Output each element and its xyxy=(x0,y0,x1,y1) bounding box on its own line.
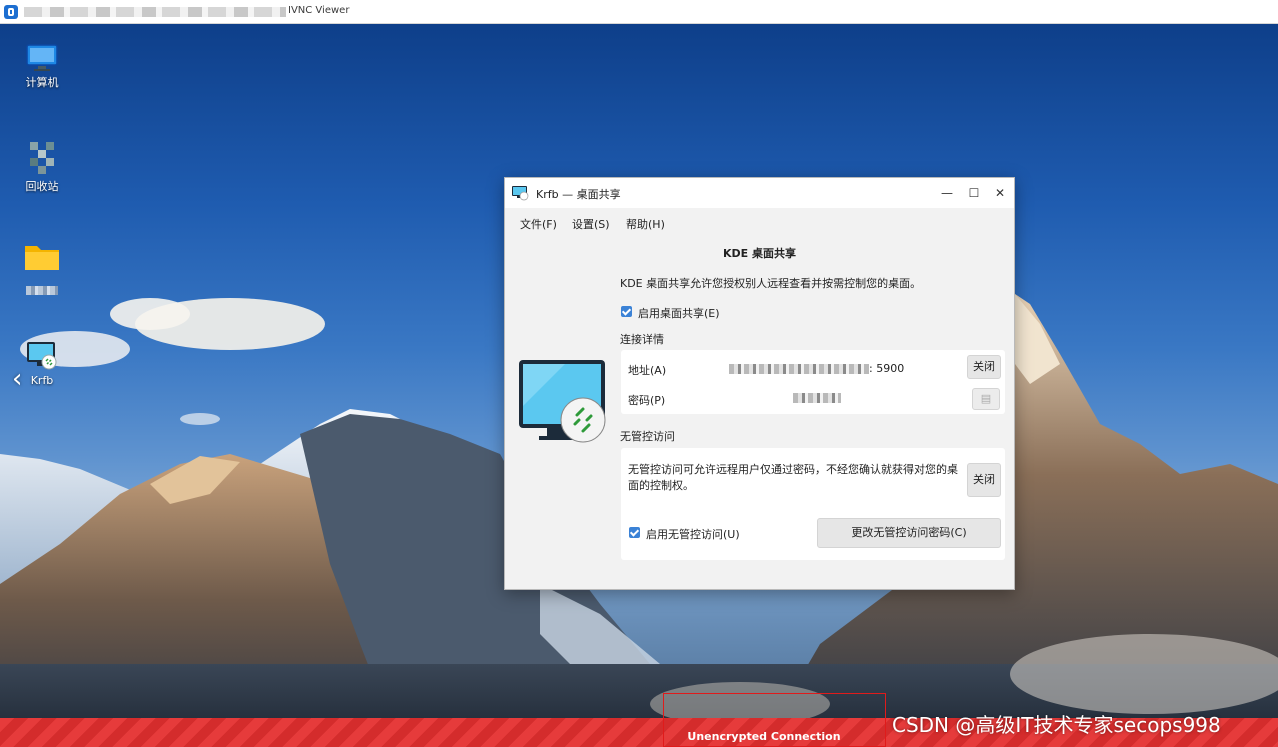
vnc-logo-icon xyxy=(4,5,18,19)
krfb-titlebar[interactable]: Krfb — 桌面共享 — ☐ ✕ xyxy=(505,178,1014,208)
highlight-box xyxy=(663,693,886,747)
unattended-close-button[interactable]: 关闭 xyxy=(967,463,1001,497)
password-label: 密码(P) xyxy=(628,394,666,407)
computer-icon xyxy=(26,44,58,71)
enable-sharing-label[interactable]: 启用桌面共享(E) xyxy=(638,305,720,321)
desktop-icon-label: 计算机 xyxy=(25,76,59,89)
change-unattended-password-button[interactable]: 更改无管控访问密码(C) xyxy=(817,518,1001,548)
watermark-text: CSDN @高级IT技术专家secops998 xyxy=(892,713,1221,737)
vnc-titlebar: IVNC Viewer xyxy=(0,0,1278,24)
unattended-description: 无管控访问可允许远程用户仅通过密码，不经您确认就获得对您的桌面的控制权。 xyxy=(628,463,958,492)
menubar: 文件(F) 设置(S) 帮助(H) xyxy=(505,208,1014,236)
menu-file[interactable]: 文件(F) xyxy=(520,216,557,232)
recycle-bin-icon xyxy=(30,142,54,174)
vnc-title-redacted xyxy=(24,7,286,17)
folder-label-redacted xyxy=(26,286,58,295)
krfb-icon xyxy=(27,342,57,370)
window-title: Krfb — 桌面共享 xyxy=(536,188,621,201)
folder-icon xyxy=(25,246,59,270)
address-port: : 5900 xyxy=(869,362,905,375)
connection-section-title: 连接详情 xyxy=(620,333,664,346)
minimize-icon[interactable]: — xyxy=(937,183,957,203)
desktop-icon-computer[interactable]: 计算机 xyxy=(12,44,72,90)
desktop-icon-label: 回收站 xyxy=(25,180,59,193)
address-label: 地址(A) xyxy=(628,364,667,377)
menu-help[interactable]: 帮助(H) xyxy=(626,216,665,232)
desktop-sharing-icon xyxy=(519,360,606,443)
connection-panel: 地址(A) : 5900 关闭 密码(P) ▤ xyxy=(621,350,1005,414)
krfb-window: Krfb — 桌面共享 — ☐ ✕ 文件(F) 设置(S) 帮助(H) KDE … xyxy=(504,177,1015,590)
desktop-icon-recycle-bin[interactable]: 回收站 xyxy=(12,140,72,194)
enable-sharing-checkbox[interactable] xyxy=(621,306,632,317)
desktop-icon-folder[interactable] xyxy=(12,242,72,295)
enable-unattended-label[interactable]: 启用无管控访问(U) xyxy=(646,526,740,542)
password-value-redacted xyxy=(793,393,841,403)
address-close-button[interactable]: 关闭 xyxy=(967,355,1001,379)
address-value-redacted xyxy=(729,364,869,374)
krfb-app-icon xyxy=(512,186,529,201)
chevron-left-icon[interactable]: ‹ xyxy=(12,366,22,392)
enable-unattended-checkbox[interactable] xyxy=(629,527,640,538)
page-heading: KDE 桌面共享 xyxy=(723,247,796,260)
password-edit-button[interactable]: ▤ xyxy=(972,388,1000,410)
vnc-title: IVNC Viewer xyxy=(288,5,350,16)
maximize-icon[interactable]: ☐ xyxy=(964,183,984,203)
unattended-section-title: 无管控访问 xyxy=(620,430,675,443)
menu-settings[interactable]: 设置(S) xyxy=(572,216,610,232)
description-text: KDE 桌面共享允许您授权别人远程查看并按需控制您的桌面。 xyxy=(620,277,922,290)
close-icon[interactable]: ✕ xyxy=(990,183,1010,203)
edit-icon: ▤ xyxy=(980,392,992,405)
